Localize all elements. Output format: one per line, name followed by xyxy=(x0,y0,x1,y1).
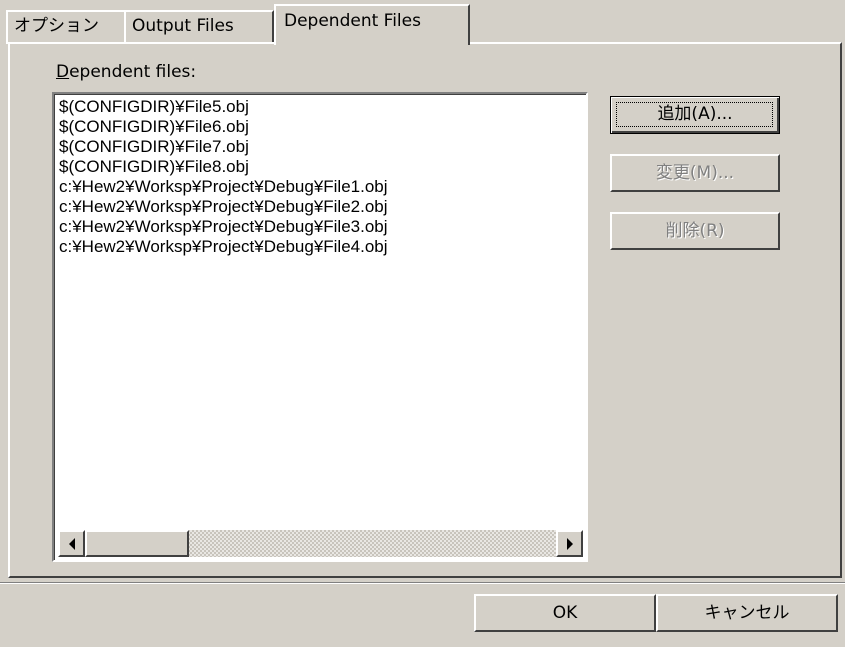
list-item[interactable]: $(CONFIGDIR)¥File7.obj xyxy=(59,137,388,157)
cancel-button[interactable]: キャンセル xyxy=(656,594,838,632)
scroll-left-button[interactable] xyxy=(58,530,85,557)
tab-dependent-files-label: Dependent Files xyxy=(284,11,421,31)
delete-button[interactable]: 削除(R) xyxy=(610,212,780,250)
tab-options-label: オプション xyxy=(14,16,99,36)
scrollbar-thumb[interactable] xyxy=(85,530,189,557)
scroll-left-arrow-icon xyxy=(68,537,75,550)
file-list: $(CONFIGDIR)¥File5.obj $(CONFIGDIR)¥File… xyxy=(59,97,388,257)
tab-output-files-label: Output Files xyxy=(132,16,234,36)
tab-dependent-files[interactable]: Dependent Files xyxy=(274,4,470,45)
tab-options[interactable]: オプション xyxy=(6,10,126,44)
list-item[interactable]: c:¥Hew2¥Worksp¥Project¥Debug¥File4.obj xyxy=(59,237,388,257)
scroll-right-arrow-icon xyxy=(566,537,573,550)
ok-button[interactable]: OK xyxy=(474,594,656,632)
add-button[interactable]: 追加(A)... xyxy=(610,96,780,134)
horizontal-scrollbar[interactable] xyxy=(58,530,583,557)
bottom-separator xyxy=(0,582,845,584)
dependent-files-label: Dependent files: xyxy=(56,62,197,82)
modify-button[interactable]: 変更(M)... xyxy=(610,154,780,192)
list-item[interactable]: c:¥Hew2¥Worksp¥Project¥Debug¥File3.obj xyxy=(59,217,388,237)
dependent-files-listbox[interactable]: $(CONFIGDIR)¥File5.obj $(CONFIGDIR)¥File… xyxy=(52,92,588,562)
tab-output-files[interactable]: Output Files xyxy=(124,10,274,44)
list-item[interactable]: $(CONFIGDIR)¥File8.obj xyxy=(59,157,388,177)
list-item[interactable]: $(CONFIGDIR)¥File5.obj xyxy=(59,97,388,117)
list-item[interactable]: c:¥Hew2¥Worksp¥Project¥Debug¥File2.obj xyxy=(59,197,388,217)
list-item[interactable]: c:¥Hew2¥Worksp¥Project¥Debug¥File1.obj xyxy=(59,177,388,197)
list-item[interactable]: $(CONFIGDIR)¥File6.obj xyxy=(59,117,388,137)
scroll-right-button[interactable] xyxy=(556,530,583,557)
